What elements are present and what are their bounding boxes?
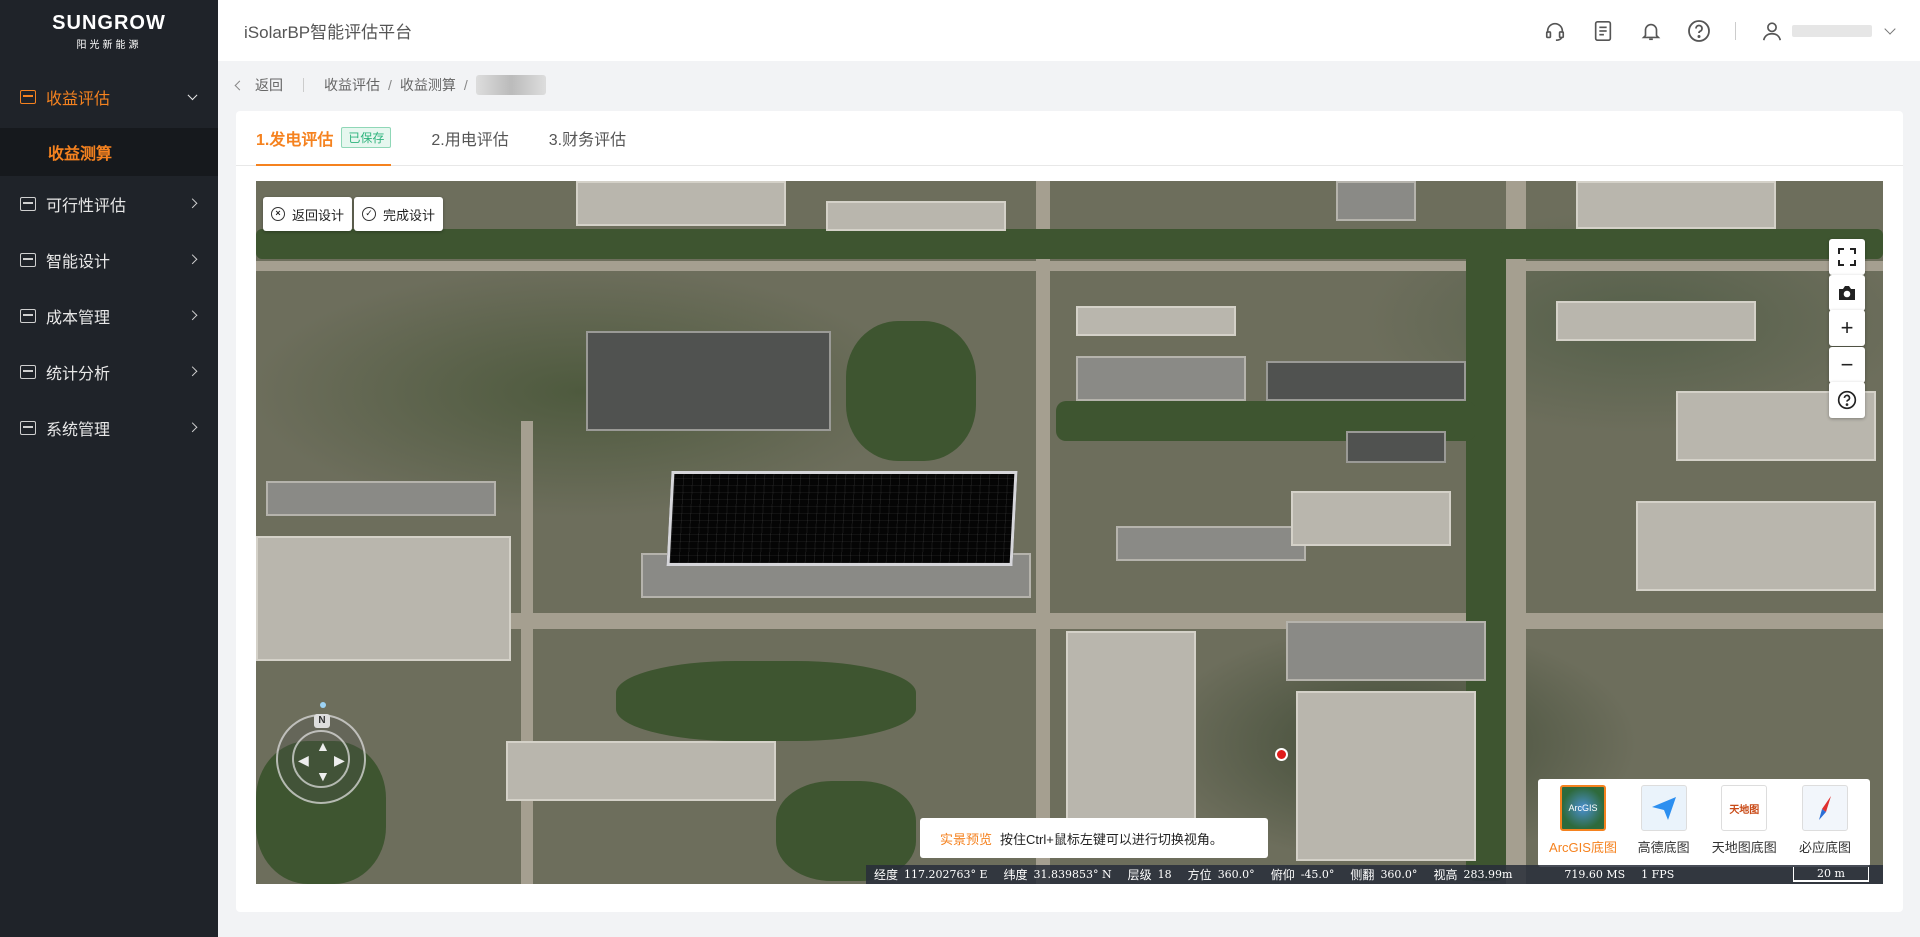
basemap-bing[interactable]: 必应底图 [1788, 785, 1862, 867]
sidebar-item-feasibility[interactable]: 可行性评估 [0, 176, 218, 232]
header-actions [1519, 0, 1896, 61]
zoom-in-icon[interactable]: + [1829, 310, 1865, 346]
top-header: iSolarBP智能评估平台 [218, 0, 1920, 61]
breadcrumb-current-redacted [475, 75, 546, 95]
system-icon [20, 421, 36, 435]
realview-tip: 实景预览 按住Ctrl+鼠标左键可以进行切换视角。 [920, 818, 1268, 858]
zoom-out-icon[interactable]: − [1829, 347, 1865, 383]
location-marker[interactable] [1275, 748, 1288, 761]
basemap-switcher: ArcGIS ArcGIS底图 高德底图 天地图 天地图底图 必应底图 [1538, 779, 1870, 867]
satellite-map-view[interactable]: × 返回设计 ✓ 完成设计 + − N ▲ ▼ ◀ ▶ 实景预览 按住Ctrl+… [256, 181, 1883, 884]
feasibility-icon [20, 197, 36, 211]
arrow-left-icon[interactable]: ◀ [298, 752, 309, 769]
sidebar-item-cost[interactable]: 成本管理 [0, 288, 218, 344]
sidebar-item-revenue[interactable]: 收益评估 [0, 66, 218, 128]
view-height-value: 283.99m [1463, 868, 1513, 881]
pv-panel-layout[interactable] [666, 471, 1018, 566]
sidebar-item-label: 可行性评估 [46, 198, 127, 215]
basemap-arcgis[interactable]: ArcGIS ArcGIS底图 [1546, 785, 1620, 867]
chevron-down-icon [187, 90, 198, 101]
basemap-tianditu[interactable]: 天地图 天地图底图 [1707, 785, 1781, 867]
help-icon[interactable] [1687, 19, 1711, 43]
sidebar-item-label: 统计分析 [46, 366, 111, 383]
gaode-logo-icon [1640, 785, 1687, 831]
step-tabs: 1.发电评估 已保存 2.用电评估 3.财务评估 [236, 111, 1903, 166]
breadcrumb-item[interactable]: 收益评估 [324, 75, 380, 95]
pitch-value: -45.0° [1300, 868, 1335, 881]
logo-subtitle: 阳光新能源 [76, 39, 142, 51]
header-divider [1735, 21, 1736, 40]
saved-badge: 已保存 [341, 127, 392, 148]
tianditu-logo-icon: 天地图 [1721, 785, 1768, 831]
map-status-bar: 经度 117.202763° E 纬度 31.839853° N 层级 18 方… [866, 865, 1883, 884]
camera-icon[interactable] [1829, 275, 1865, 311]
check-circle-icon: ✓ [362, 207, 376, 221]
tab-financial[interactable]: 3.财务评估 [549, 110, 626, 165]
user-name-redacted[interactable] [1792, 24, 1872, 37]
document-icon[interactable] [1591, 19, 1615, 43]
chevron-right-icon [187, 366, 198, 377]
sidebar-item-label: 智能设计 [46, 254, 111, 271]
chevron-right-icon [187, 422, 198, 433]
chevron-down-icon[interactable] [1884, 22, 1896, 35]
sidebar: SUNGROW 阳光新能源 收益评估 收益测算 可行性评估 智能设计 成本管理 … [0, 0, 218, 937]
breadcrumb: 返回 收益评估 / 收益测算 / [234, 74, 546, 96]
bing-logo-icon [1801, 785, 1848, 831]
revenue-icon [20, 90, 36, 104]
tip-highlight: 实景预览 [940, 831, 993, 847]
tab-power-consumption[interactable]: 2.用电评估 [431, 110, 508, 165]
breadcrumb-item[interactable]: 收益测算 [400, 75, 456, 95]
sidebar-item-statistics[interactable]: 统计分析 [0, 344, 218, 400]
zoom-level-value: 18 [1157, 868, 1172, 881]
arrow-up-icon[interactable]: ▲ [316, 738, 330, 754]
chevron-right-icon [187, 254, 198, 265]
user-icon[interactable] [1760, 19, 1784, 43]
compass-pivot-dot[interactable] [320, 702, 326, 708]
cost-icon [20, 309, 36, 323]
bell-icon[interactable] [1639, 19, 1663, 43]
sidebar-item-design[interactable]: 智能设计 [0, 232, 218, 288]
basemap-gaode[interactable]: 高德底图 [1627, 785, 1701, 867]
sidebar-item-label: 收益评估 [46, 91, 111, 108]
app-title: iSolarBP智能评估平台 [244, 23, 413, 42]
sungrow-logo[interactable]: SUNGROW 阳光新能源 [0, 0, 218, 62]
chevron-right-icon [187, 198, 198, 209]
statistics-icon [20, 365, 36, 379]
longitude-value: 117.202763° E [904, 868, 988, 881]
globe-icon: ArcGIS [1560, 785, 1606, 831]
scale-bar: 20 m [1793, 867, 1869, 882]
help-icon[interactable] [1829, 382, 1865, 418]
finish-design-button[interactable]: ✓ 完成设计 [354, 197, 444, 231]
sidebar-item-label: 系统管理 [46, 422, 111, 439]
navigation-compass[interactable]: N ▲ ▼ ◀ ▶ [276, 702, 366, 804]
back-design-button[interactable]: × 返回设计 [263, 197, 353, 231]
sidebar-subitem-revenue-calc[interactable]: 收益测算 [0, 128, 218, 176]
arrow-right-icon[interactable]: ▶ [334, 752, 345, 769]
close-circle-icon: × [271, 207, 285, 221]
evaluation-card: 1.发电评估 已保存 2.用电评估 3.财务评估 × 返回设计 ✓ 完成设计 +… [236, 111, 1903, 912]
breadcrumb-divider [303, 78, 304, 92]
fullscreen-icon[interactable] [1829, 239, 1865, 275]
north-indicator[interactable]: N [314, 714, 330, 728]
design-icon [20, 253, 36, 267]
tip-text: 按住Ctrl+鼠标左键可以进行切换视角。 [1000, 831, 1223, 847]
headset-icon[interactable] [1543, 19, 1567, 43]
fps-value: 1 FPS [1641, 868, 1675, 881]
latitude-value: 31.839853° N [1033, 868, 1112, 881]
roll-value: 360.0° [1380, 868, 1418, 881]
sidebar-item-system[interactable]: 系统管理 [0, 400, 218, 456]
tab-power-generation[interactable]: 1.发电评估 已保存 [256, 110, 392, 166]
logo-brand: SUNGROW [52, 11, 166, 34]
heading-value: 360.0° [1217, 868, 1255, 881]
chevron-right-icon [187, 310, 198, 321]
chevron-left-icon[interactable] [234, 80, 245, 90]
sidebar-item-label: 成本管理 [46, 310, 111, 327]
arrow-down-icon[interactable]: ▼ [316, 768, 330, 784]
back-link[interactable]: 返回 [255, 75, 283, 95]
frame-time-value: 719.60 MS [1564, 868, 1626, 881]
